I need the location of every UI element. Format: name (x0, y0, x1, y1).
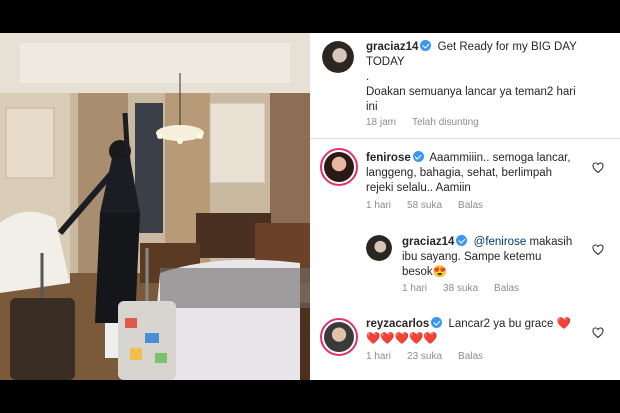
comment-time[interactable]: 1 hari (366, 200, 391, 211)
caption-line-4: ini (366, 101, 378, 113)
reply-line-3: besok😍 (402, 266, 448, 278)
comment-username[interactable]: reyzacarlos (366, 318, 429, 330)
reply-username[interactable]: graciaz14 (402, 236, 454, 248)
post-photo (0, 33, 310, 380)
comment-line-2: ❤️❤️❤️❤️❤️ (366, 333, 438, 345)
reply-button[interactable]: Balas (458, 200, 483, 211)
post-author-avatar[interactable] (322, 41, 354, 73)
comment-likes[interactable]: 58 suka (407, 200, 442, 211)
caption-dot: . (366, 71, 370, 83)
reply-line-2: ibu sayang. Sampe ketemu (402, 251, 542, 263)
verified-badge-icon (456, 235, 468, 246)
comment-time[interactable]: 1 hari (366, 351, 391, 362)
heart-icon[interactable] (592, 162, 604, 174)
caption-line-3: Doakan semuanya lancar ya teman2 hari (366, 86, 576, 98)
verified-badge-icon (420, 40, 432, 51)
post-photo-image (0, 33, 310, 380)
comment-avatar[interactable] (320, 318, 358, 356)
reply-avatar[interactable] (366, 235, 392, 261)
post-time[interactable]: 18 jam (366, 117, 396, 128)
comment-text: reyzacarlos Lancar2 ya bu grace ❤️ ❤️❤️❤… (366, 317, 591, 347)
comment-text: fenirose Aaammiiin.. semoga lancar, lang… (366, 151, 591, 196)
reply-line-1: makasih (529, 236, 573, 248)
reply-text: graciaz14 @fenirose makasih ibu sayang. … (402, 235, 592, 280)
comment-line-1: Lancar2 ya bu grace ❤️ (448, 318, 571, 330)
verified-badge-icon (431, 317, 443, 328)
reply-meta: 1 hari 38 suka Balas (402, 283, 535, 294)
post-meta: 18 jam Telah disunting (366, 117, 495, 128)
reply-button[interactable]: Balas (458, 351, 483, 362)
comments-panel: graciaz14 Get Ready for my BIG DAY TODAY… (310, 33, 620, 380)
comment-line-3: rejeki selalu.. Aamiin (366, 182, 471, 194)
comment-meta: 1 hari 58 suka Balas (366, 200, 499, 211)
comment-username[interactable]: fenirose (366, 152, 411, 164)
caption-line-1: Get Ready for my BIG DAY (437, 41, 577, 53)
verified-badge-icon (412, 151, 424, 162)
comment-avatar[interactable] (320, 148, 358, 186)
reply-button[interactable]: Balas (494, 283, 519, 294)
comment-likes[interactable]: 23 suka (407, 351, 442, 362)
comment-meta: 1 hari 23 suka Balas (366, 351, 499, 362)
reply-likes[interactable]: 38 suka (443, 283, 478, 294)
caption-divider (310, 138, 620, 139)
heart-icon[interactable] (592, 327, 604, 339)
caption-line-2: TODAY (366, 56, 405, 68)
comment-line-1: Aaammiiin.. semoga lancar, (429, 152, 571, 164)
post-caption: graciaz14 Get Ready for my BIG DAY TODAY… (366, 40, 611, 115)
heart-icon[interactable] (592, 244, 604, 256)
comment-line-2: langgeng, bahagia, sehat, berlimpah (366, 167, 553, 179)
post-author-username[interactable]: graciaz14 (366, 41, 418, 53)
reply-time[interactable]: 1 hari (402, 283, 427, 294)
post-edited-label: Telah disunting (412, 117, 479, 128)
mention-link[interactable]: @fenirose (474, 236, 527, 248)
